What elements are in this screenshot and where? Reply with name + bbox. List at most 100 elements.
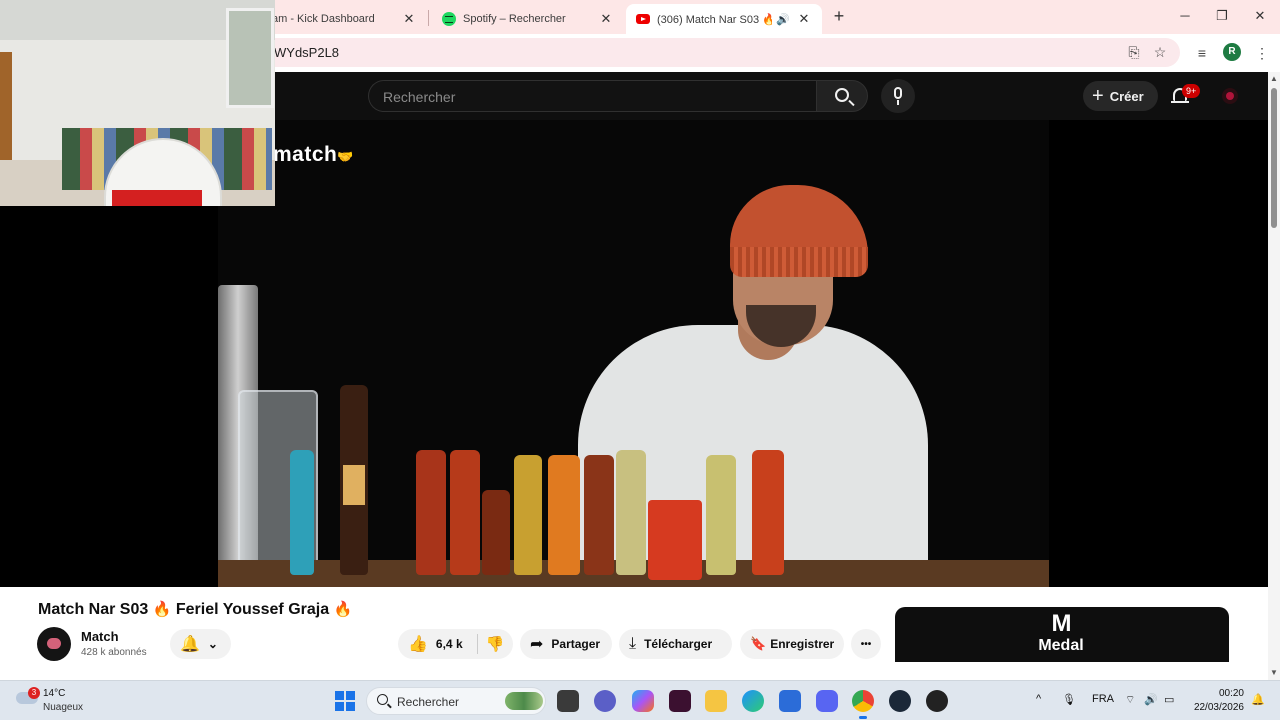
like-count[interactable]: 6,4 k — [436, 637, 463, 651]
subscription-bell-button[interactable]: 🔔 ⌄ — [170, 629, 231, 659]
taskbar-search-input[interactable]: Rechercher — [366, 687, 546, 715]
url-text[interactable]: WYdsP2L8 — [274, 45, 339, 60]
channel-avatar[interactable] — [37, 627, 71, 661]
like-icon[interactable]: 👍 — [408, 634, 428, 654]
close-icon[interactable]: ✕ — [598, 11, 614, 27]
bottle — [584, 455, 614, 575]
tab-spotify[interactable]: Spotify – Rechercher ✕ — [432, 4, 624, 34]
share-icon: ➦ — [530, 636, 544, 653]
copilot-icon[interactable] — [632, 690, 654, 712]
dislike-icon[interactable]: 👎 — [486, 635, 505, 653]
youtube-icon — [636, 14, 650, 24]
red-cushion — [112, 190, 202, 206]
tab-youtube-active[interactable]: (306) Match Nar S03 🔥 Fe 🔊 ✕ — [626, 4, 822, 34]
file-explorer-icon[interactable] — [705, 690, 727, 712]
discord-icon[interactable] — [816, 690, 838, 712]
tab-kick-dashboard[interactable]: am - Kick Dashboard ✕ — [262, 4, 427, 34]
new-tab-button[interactable]: + — [830, 7, 848, 26]
room-window — [226, 8, 274, 108]
task-view-icon[interactable] — [557, 690, 579, 712]
youtube-search-button[interactable] — [816, 80, 868, 112]
bell-icon: 🔔 — [180, 636, 200, 653]
more-actions-button[interactable]: ••• — [851, 629, 881, 659]
taskbar-search-placeholder: Rechercher — [397, 695, 460, 709]
medal-logo-mark: M — [1051, 610, 1072, 637]
voice-search-button[interactable] — [881, 79, 915, 113]
bottle — [548, 455, 580, 575]
tab-divider — [428, 10, 429, 26]
install-app-icon[interactable]: ⎘ — [1126, 44, 1142, 60]
youtube-search-input[interactable]: Rechercher — [368, 80, 816, 112]
webcam-overlay — [0, 0, 275, 206]
edge-browser-icon[interactable] — [742, 690, 764, 712]
search-highlight-art — [505, 692, 543, 710]
language-indicator[interactable]: FRA — [1092, 693, 1114, 705]
share-button[interactable]: ➦ Partager — [520, 629, 612, 659]
bottle — [482, 490, 510, 575]
media-app-icon[interactable] — [669, 690, 691, 712]
system-clock[interactable]: 00:20 22/03/2026 — [1190, 687, 1244, 715]
bottle — [752, 450, 784, 575]
fire-icon: 🔥 — [152, 601, 172, 618]
speaker-icon[interactable]: 🔊 — [776, 13, 790, 26]
medal-logo: M Medal — [1035, 611, 1087, 655]
steam-icon[interactable] — [889, 690, 911, 712]
video-title: Match Nar S03 🔥 Feriel Youssef Graja 🔥 — [38, 600, 352, 619]
chrome-icon[interactable] — [852, 690, 874, 712]
bookmark-star-icon[interactable]: ☆ — [1152, 44, 1168, 60]
account-avatar[interactable] — [1222, 88, 1238, 104]
battery-icon[interactable]: ▭ — [1164, 693, 1174, 706]
window-close-button[interactable]: ✕ — [1251, 8, 1269, 24]
download-button[interactable]: ⤓ Télécharger — [619, 629, 732, 659]
wifi-icon[interactable]: ⌔ — [1125, 693, 1135, 707]
app-icon[interactable] — [926, 690, 948, 712]
bottle — [616, 450, 646, 575]
bottle-label — [343, 465, 365, 505]
title-guest: Feriel Youssef Graja — [175, 601, 330, 618]
page-scrollbar[interactable]: ▲ ▼ — [1268, 72, 1280, 680]
watermark-text: match — [273, 143, 338, 166]
clock-date: 22/03/2026 — [1193, 702, 1244, 713]
bookmark-icon: 🔖 — [750, 636, 767, 651]
create-button[interactable]: + Créer — [1083, 81, 1158, 111]
like-divider — [476, 634, 478, 654]
scroll-up-icon[interactable]: ▲ — [1270, 74, 1278, 83]
notification-center-icon[interactable]: 🔔 — [1251, 693, 1265, 706]
plus-icon: + — [1092, 85, 1104, 107]
spotify-icon — [442, 12, 456, 26]
tab-label: Spotify – Rechercher — [463, 13, 566, 25]
windows-start-icon[interactable] — [335, 691, 355, 711]
volume-icon[interactable]: 🔊 — [1144, 693, 1158, 706]
microphone-tray-icon[interactable]: 🎙 — [1062, 693, 1076, 706]
save-label: Enregistrer — [770, 637, 835, 651]
media-controls-icon[interactable]: ≡ — [1193, 44, 1211, 62]
bell-base — [1171, 101, 1189, 103]
tomato-can — [648, 500, 702, 580]
create-label: Créer — [1109, 88, 1144, 104]
address-bar[interactable]: WYdsP2L8 ⎘ ☆ — [260, 38, 1180, 67]
video-frame — [218, 120, 1049, 587]
scroll-thumb[interactable] — [1271, 88, 1277, 228]
close-icon[interactable]: ✕ — [796, 11, 812, 27]
notification-badge: 9+ — [1182, 84, 1201, 98]
title-main: Match Nar S03 — [38, 601, 149, 618]
browser-menu-icon[interactable]: ⋮ — [1253, 44, 1271, 62]
bottle — [706, 455, 736, 575]
like-dislike-group: 👍 6,4 k 👎 — [398, 629, 513, 659]
windows-taskbar: 3 14°C Nuageux Rechercher ^ 🎙 FRA ⌔ 🔊 ▭ … — [0, 680, 1280, 720]
close-icon[interactable]: ✕ — [401, 11, 417, 27]
profile-avatar[interactable]: R — [1223, 43, 1241, 61]
microsoft-store-icon[interactable] — [779, 690, 801, 712]
weather-description: Nuageux — [43, 702, 84, 713]
channel-name[interactable]: Match — [81, 629, 119, 644]
maximize-button[interactable]: ❐ — [1213, 8, 1231, 24]
chevron-down-icon: ⌄ — [207, 637, 218, 651]
ad-card-footer — [895, 662, 1229, 682]
video-watermark: match🤝 — [273, 143, 354, 167]
teams-chat-icon[interactable] — [594, 690, 616, 712]
scroll-down-icon[interactable]: ▼ — [1270, 668, 1278, 677]
show-hidden-icons-chevron-icon[interactable]: ^ — [1036, 693, 1041, 705]
save-button[interactable]: 🔖 Enregistrer — [740, 629, 844, 659]
minimize-button[interactable]: ─ — [1176, 8, 1194, 23]
microphone-icon — [894, 87, 902, 99]
